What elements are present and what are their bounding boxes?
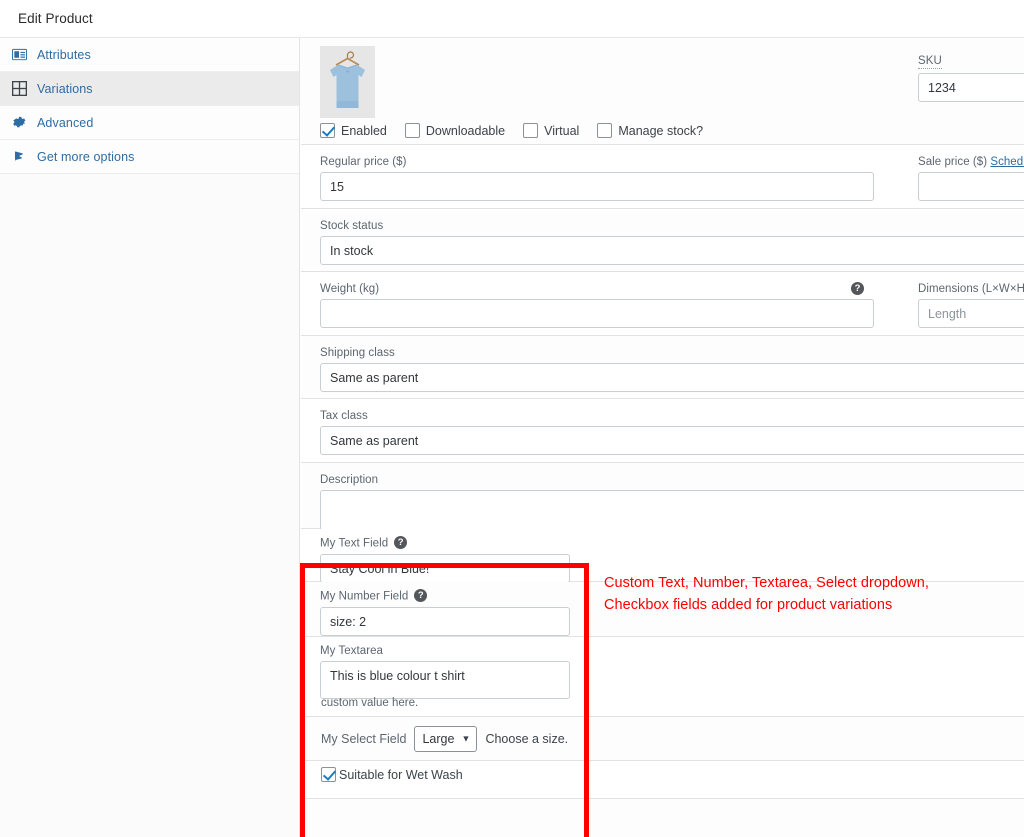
- product-data-sidebar: Attributes Variations Advanced Get more …: [0, 38, 300, 837]
- stock-status-label: Stock status: [320, 220, 384, 232]
- tax-class-group: Tax class: [320, 410, 1024, 455]
- shipping-class-input[interactable]: [320, 363, 1024, 392]
- sidebar-empty-area: [0, 174, 299, 837]
- downloadable-checkbox[interactable]: Downloadable: [404, 123, 506, 138]
- virtual-checkbox[interactable]: Virtual: [523, 123, 579, 138]
- custom-select-line: My Select Field Large ▼ Choose a size.: [321, 726, 568, 752]
- custom-text-field-help-icon[interactable]: ?: [394, 536, 408, 549]
- custom-text-field-label: My Text Field?: [320, 536, 570, 550]
- description-group: Description: [320, 474, 1024, 534]
- custom-select-wrapper: Large ▼: [414, 726, 478, 752]
- dimensions-length-input[interactable]: [918, 299, 1024, 328]
- grid-icon: [10, 80, 28, 98]
- variation-header-row: SKU Enabled Downloadable Virtual: [301, 38, 1024, 145]
- shipping-class-row: Shipping class: [301, 336, 1024, 399]
- weight-label: Weight (kg): [320, 283, 380, 295]
- sidebar-item-label: Variations: [37, 81, 93, 96]
- checkbox-label: Downloadable: [425, 123, 506, 138]
- tax-class-label: Tax class: [320, 410, 368, 422]
- shipping-class-label: Shipping class: [320, 347, 395, 359]
- dimensions-group: Dimensions (L×W×H): [918, 283, 1024, 328]
- variation-detail-panel: SKU Enabled Downloadable Virtual: [301, 38, 1024, 837]
- stock-status-row: Stock status: [301, 209, 1024, 272]
- custom-number-field-label-text: My Number Field: [320, 590, 409, 603]
- flag-icon: [10, 148, 28, 166]
- checkbox-box: [404, 123, 420, 138]
- checkbox-box: [321, 767, 336, 782]
- checkbox-label: Enabled: [341, 123, 387, 138]
- window-header: Edit Product: [0, 0, 1024, 38]
- sidebar-item-attributes[interactable]: Attributes: [0, 38, 299, 72]
- sidebar-item-label: Get more options: [37, 149, 135, 164]
- sku-label: SKU: [918, 55, 942, 69]
- custom-number-field-input[interactable]: [320, 607, 570, 636]
- custom-textarea-input[interactable]: [320, 661, 570, 699]
- custom-checkbox-field-label: Suitable for Wet Wash: [339, 767, 463, 782]
- weight-input[interactable]: [320, 299, 874, 328]
- custom-textarea-label: My Textarea: [320, 645, 383, 657]
- manage-stock-checkbox[interactable]: Manage stock?: [597, 123, 703, 138]
- sale-price-input[interactable]: [918, 172, 1024, 201]
- custom-select-field-label: My Select Field: [321, 732, 407, 746]
- annotation-line-2: Checkbox fields added for product variat…: [604, 597, 893, 613]
- checkbox-box: [320, 123, 335, 138]
- edit-product-screen: Edit Product Attributes Variations Advan…: [0, 0, 1024, 837]
- dimensions-label: Dimensions (L×W×H): [918, 283, 1024, 295]
- checkbox-label: Manage stock?: [618, 123, 704, 138]
- description-textarea[interactable]: [320, 490, 1024, 534]
- sku-group: SKU: [918, 51, 1024, 102]
- tax-class-row: Tax class: [301, 399, 1024, 463]
- annotation-line-1: Custom Text, Number, Textarea, Select dr…: [604, 575, 930, 591]
- weight-dimensions-row: Weight (kg) ? Dimensions (L×W×H): [301, 272, 1024, 336]
- shipping-class-group: Shipping class: [320, 347, 1024, 392]
- custom-textarea-description: custom value here.: [321, 697, 419, 709]
- custom-textarea-row: My Textarea custom value here.: [301, 637, 1024, 717]
- description-row: Description: [301, 463, 1024, 534]
- schedule-link[interactable]: Schedule: [990, 156, 1024, 168]
- custom-number-field-label: My Number Field?: [320, 589, 570, 603]
- regular-price-group: Regular price ($): [320, 156, 874, 201]
- sidebar-item-get-more-options[interactable]: Get more options: [0, 140, 299, 174]
- variation-thumbnail[interactable]: [320, 46, 375, 118]
- sale-price-label-text: Sale price ($): [918, 156, 988, 168]
- variation-toggles: Enabled Downloadable Virtual Manage stoc…: [320, 123, 703, 138]
- weight-help-icon[interactable]: ?: [851, 282, 864, 295]
- custom-select-field-hint: Choose a size.: [485, 732, 569, 746]
- sidebar-item-variations[interactable]: Variations: [0, 72, 299, 106]
- custom-text-field-label-text: My Text Field: [320, 537, 389, 550]
- custom-checkbox-field-row: Suitable for Wet Wash: [301, 761, 1024, 799]
- stock-status-input[interactable]: [320, 236, 1024, 265]
- checkbox-label: Virtual: [544, 123, 580, 138]
- checkbox-box: [523, 123, 539, 138]
- custom-number-field-help-icon[interactable]: ?: [414, 589, 428, 602]
- sidebar-item-label: Attributes: [37, 47, 91, 62]
- custom-select-field-input[interactable]: Large: [414, 726, 478, 752]
- sale-price-group: Sale price ($) Schedule: [918, 156, 1024, 201]
- sidebar-item-label: Advanced: [37, 115, 94, 130]
- description-label: Description: [320, 474, 379, 486]
- weight-group: Weight (kg): [320, 283, 874, 328]
- page-title: Edit Product: [18, 11, 93, 26]
- enabled-checkbox[interactable]: Enabled: [320, 123, 387, 138]
- price-row: Regular price ($) Sale price ($) Schedul…: [301, 145, 1024, 209]
- custom-text-field-input[interactable]: [320, 554, 570, 583]
- gear-icon: [10, 114, 28, 132]
- sku-input[interactable]: [918, 73, 1024, 102]
- regular-price-label: Regular price ($): [320, 156, 407, 168]
- custom-checkbox-field[interactable]: Suitable for Wet Wash: [321, 767, 463, 782]
- sidebar-item-advanced[interactable]: Advanced: [0, 106, 299, 140]
- attributes-icon: [10, 46, 28, 64]
- tax-class-input[interactable]: [320, 426, 1024, 455]
- annotation-text: Custom Text, Number, Textarea, Select dr…: [604, 572, 1024, 616]
- custom-select-field-row: My Select Field Large ▼ Choose a size.: [301, 717, 1024, 761]
- regular-price-input[interactable]: [320, 172, 874, 201]
- checkbox-box: [597, 123, 613, 138]
- stock-status-group: Stock status: [320, 220, 1024, 265]
- sale-price-label: Sale price ($) Schedule: [918, 156, 1024, 168]
- panel-bottom-filler: [301, 799, 1024, 837]
